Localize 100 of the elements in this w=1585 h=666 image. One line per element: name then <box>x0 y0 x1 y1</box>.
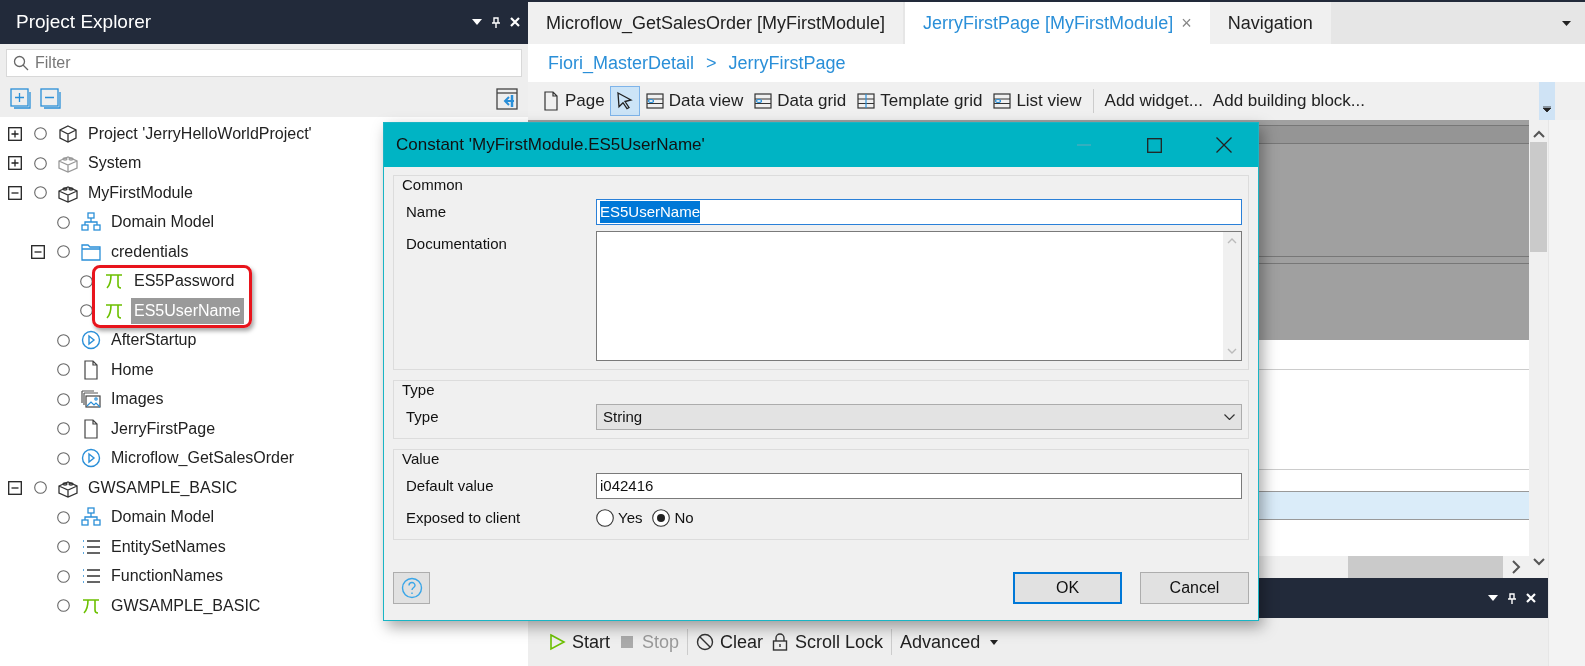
close-icon[interactable] <box>1216 137 1232 153</box>
status-circle-icon <box>57 392 70 406</box>
vertical-scrollbar-thumb[interactable] <box>1530 142 1547 252</box>
pointer-tool-button[interactable] <box>609 86 640 116</box>
dialog-title: Constant 'MyFirstModule.ES5UserName' <box>396 134 706 157</box>
pin-icon[interactable] <box>492 16 500 28</box>
status-circle-icon <box>57 599 70 613</box>
images-icon <box>80 389 102 410</box>
panel-title: Project Explorer <box>16 9 152 34</box>
console-toolbar-button[interactable]: Start <box>544 626 614 658</box>
editor-tab[interactable]: Microflow_GetSalesOrder [MyFirstModule] <box>528 2 904 44</box>
expand-icon[interactable] <box>8 156 22 171</box>
pin-icon[interactable] <box>1508 592 1516 604</box>
dropdown-icon[interactable] <box>1488 595 1498 601</box>
group-legend: Common <box>394 175 1248 195</box>
tree-item-label[interactable]: GWSAMPLE_BASIC <box>108 592 264 619</box>
collapse-all-icon[interactable] <box>40 88 62 110</box>
console-toolbar-button[interactable]: Scroll Lock <box>767 626 888 658</box>
text-field[interactable]: i042416 <box>596 473 1242 499</box>
tree-item-label[interactable]: Domain Model <box>108 209 218 236</box>
pointer-icon <box>614 91 635 111</box>
lock-icon <box>771 633 790 651</box>
group-legend: Type <box>394 380 1248 400</box>
console-toolbar-button[interactable]: Advanced <box>896 626 1003 658</box>
caret-icon <box>1543 106 1551 112</box>
toolbar-button[interactable]: Add widget... <box>1099 86 1208 116</box>
collapse-icon[interactable] <box>8 185 22 200</box>
status-circle-icon <box>57 333 70 347</box>
tree-item-label[interactable]: EntitySetNames <box>108 533 229 560</box>
expand-all-icon[interactable] <box>10 88 32 110</box>
tabs-dropdown-icon[interactable] <box>1562 20 1571 26</box>
type-dropdown[interactable]: String <box>596 404 1242 430</box>
radio-option[interactable]: Yes <box>596 506 643 530</box>
field-label: Default value <box>405 476 495 496</box>
breadcrumb-separator: > <box>706 51 717 75</box>
toolbar-button[interactable]: List view <box>987 86 1087 116</box>
stop-icon <box>618 633 636 651</box>
tree-item-label[interactable]: Home <box>108 356 157 383</box>
scroll-up-icon[interactable] <box>1532 130 1545 138</box>
editor-tab[interactable]: JerryFirstPage [MyFirstModule] × <box>905 2 1210 44</box>
data-widget-icon <box>644 91 665 111</box>
status-circle-icon <box>57 451 70 465</box>
toolbar-button[interactable]: Page <box>536 86 610 116</box>
hierarchy-icon <box>80 212 102 233</box>
tree-item-label[interactable]: FunctionNames <box>108 563 227 590</box>
maximize-icon[interactable] <box>1147 137 1162 153</box>
help-icon <box>400 577 423 599</box>
tree-item-label[interactable]: credentials <box>108 238 192 265</box>
prohibited-icon <box>696 633 715 651</box>
field-label: Name <box>405 202 447 222</box>
collapse-icon[interactable] <box>31 244 45 259</box>
data-widget-icon <box>992 91 1013 111</box>
status-circle-icon <box>34 186 47 200</box>
tree-item-label[interactable]: ES5Password <box>131 268 238 295</box>
field-label: Documentation <box>405 234 508 254</box>
toolbar-button[interactable]: Data grid <box>748 86 852 116</box>
toolbar-overflow-button[interactable] <box>1539 82 1555 120</box>
tab-close-button[interactable]: × <box>1181 9 1192 37</box>
dialog-button[interactable]: OK <box>1013 572 1122 604</box>
cube-icon <box>57 123 79 144</box>
radio-option[interactable]: No <box>652 506 694 530</box>
tree-item-label[interactable]: Project 'JerryHelloWorldProject' <box>85 120 315 147</box>
expand-icon[interactable] <box>8 126 22 141</box>
sync-panel-icon[interactable] <box>496 88 518 110</box>
status-circle-icon <box>57 510 70 524</box>
tree-item-label[interactable]: JerryFirstPage <box>108 415 219 442</box>
toolbar-button[interactable]: Data view <box>639 86 749 116</box>
horizontal-scrollbar-thumb[interactable] <box>1348 556 1503 578</box>
status-circle-icon <box>57 422 70 436</box>
toolbar-button[interactable]: Add building block... <box>1207 86 1370 116</box>
status-circle-icon <box>34 156 47 170</box>
tree-item-label[interactable]: Microflow_GetSalesOrder <box>108 445 298 472</box>
data-widget-icon <box>753 91 774 111</box>
play-circle-icon <box>80 330 102 351</box>
dropdown-icon[interactable] <box>472 19 482 25</box>
field-label: Type <box>405 407 440 427</box>
dialog-button[interactable]: Cancel <box>1140 572 1249 604</box>
tree-item-label[interactable]: GWSAMPLE_BASIC <box>85 474 241 501</box>
radio-unchecked-icon <box>596 509 614 527</box>
console-toolbar-button[interactable]: Clear <box>692 626 768 658</box>
editor-tab[interactable]: Navigation <box>1209 2 1331 44</box>
status-circle-icon <box>34 127 47 141</box>
tree-item-label[interactable]: Domain Model <box>108 504 218 531</box>
hierarchy-icon <box>80 507 102 528</box>
data-widget-icon <box>856 91 877 111</box>
collapse-icon[interactable] <box>8 480 22 495</box>
scroll-right-icon[interactable] <box>1511 560 1521 574</box>
status-circle-icon <box>57 245 70 259</box>
toolbar-button[interactable]: Template grid <box>851 86 988 116</box>
play-icon <box>548 633 566 651</box>
text-field[interactable]: ES5UserName <box>596 199 1242 225</box>
tree-item-label[interactable]: AfterStartup <box>108 327 200 354</box>
status-circle-icon <box>34 481 47 495</box>
play-circle-icon <box>80 448 102 469</box>
tree-item-label[interactable]: Images <box>108 386 167 413</box>
filter-field[interactable]: Filter <box>6 49 522 77</box>
tree-item-label[interactable]: MyFirstModule <box>85 179 196 206</box>
search-icon <box>13 55 29 71</box>
scroll-down-icon[interactable] <box>1532 558 1545 566</box>
tree-item-label[interactable]: System <box>85 150 145 177</box>
